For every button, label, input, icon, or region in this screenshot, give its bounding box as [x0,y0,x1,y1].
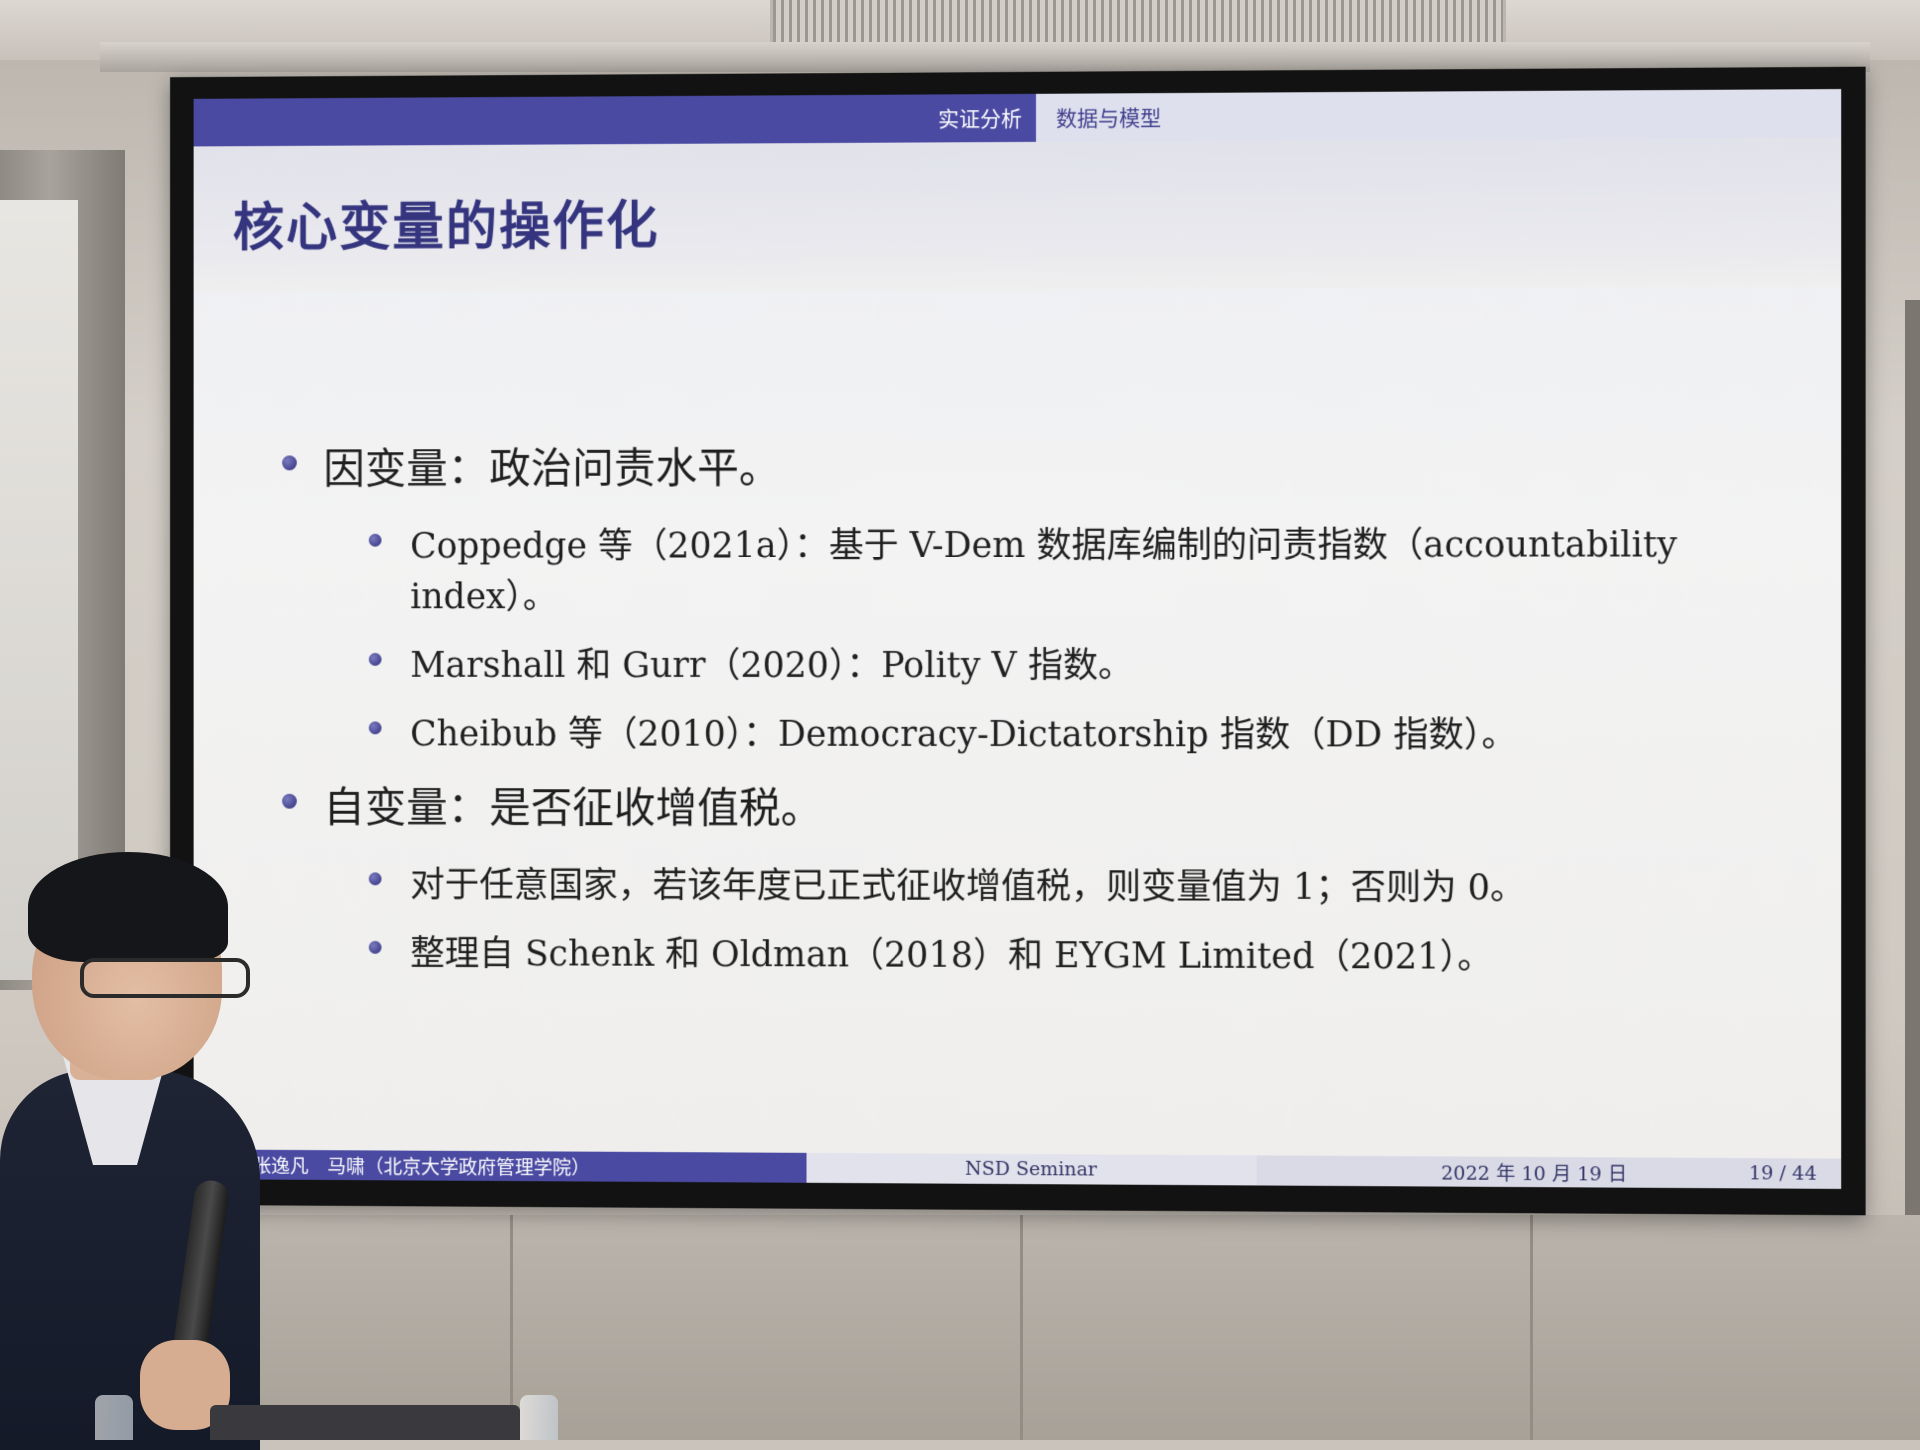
water-bottle [520,1395,558,1440]
list-item: 自变量：是否征收增值税。 [282,774,1762,838]
sub-list-item: Marshall 和 Gurr（2020）：Polity V 指数。 [368,637,1762,688]
slide-footer: 张逸凡 马啸（北京大学政府管理学院） NSD Seminar 2022 年 10… [193,1149,1842,1189]
subitem-text: Marshall 和 Gurr（2020）：Polity V 指数。 [410,645,1134,687]
subitem-text: 对于任意国家，若该年度已正式征收增值税，则变量值为 1；否则为 0。 [410,865,1526,909]
footer-date-page: 2022 年 10 月 19 日 19 / 44 [1256,1155,1842,1189]
subitem-text: 整理自 Schenk 和 Oldman（2018）和 EYGM Limited（… [410,934,1493,978]
slide: 实证分析 数据与模型 核心变量的操作化 因变量：政治问责水平。 Coppedge… [193,89,1842,1189]
item-text: 自变量：是否征收增值税。 [323,782,823,833]
bullet-icon [368,652,382,666]
laptop [210,1405,520,1440]
slide-title: 核心变量的操作化 [232,196,660,259]
footer-page-number: 19 / 44 [1748,1162,1817,1185]
slide-title-bar: 核心变量的操作化 [193,137,1842,294]
footer-date: 2022 年 10 月 19 日 [1441,1161,1628,1186]
presenter [0,840,270,1450]
nav-section-box: 实证分析 [193,93,1036,147]
footer-authors: 张逸凡 马啸（北京大学政府管理学院） [193,1149,807,1183]
slide-content: 因变量：政治问责水平。 Coppedge 等（2021a）：基于 V-Dem 数… [282,432,1762,999]
bullet-icon [282,793,297,809]
bullet-icon [282,455,297,471]
panel-seam [1530,1215,1533,1440]
sub-list-item: Cheibub 等（2010）：Democracy-Dictatorship 指… [368,706,1762,758]
panel-seam [1020,1215,1023,1440]
presenter-hair [28,852,228,962]
footer-event: NSD Seminar [806,1152,1257,1186]
subitem-text: Coppedge 等（2021a）：基于 V-Dem 数据库编制的问责指数（ac… [410,525,1678,618]
sublist: 对于任意国家，若该年度已正式征收增值税，则变量值为 1；否则为 0。 整理自 S… [282,856,1762,980]
sub-list-item: Coppedge 等（2021a）：基于 V-Dem 数据库编制的问责指数（ac… [368,516,1762,619]
subitem-text: Cheibub 等（2010）：Democracy-Dictatorship 指… [410,714,1517,756]
nav-subsection: 数据与模型 [1056,106,1162,131]
bullet-icon [368,721,382,735]
nav-subsection-box: 数据与模型 [1035,89,1842,142]
water-bottle [95,1395,133,1440]
item-text: 因变量：政治问责水平。 [323,443,781,494]
sub-list-item: 整理自 Schenk 和 Oldman（2018）和 EYGM Limited（… [368,925,1762,981]
projection-screen: 实证分析 数据与模型 核心变量的操作化 因变量：政治问责水平。 Coppedge… [170,66,1866,1216]
sub-list-item: 对于任意国家，若该年度已正式征收增值税，则变量值为 1；否则为 0。 [368,856,1762,911]
bullet-icon [368,940,382,954]
bullet-icon [368,533,382,547]
nav-section: 实证分析 [938,106,1022,132]
sublist: Coppedge 等（2021a）：基于 V-Dem 数据库编制的问责指数（ac… [282,516,1762,758]
bullet-icon [368,872,382,886]
list-item: 因变量：政治问责水平。 [282,432,1762,496]
glasses-icon [80,958,250,998]
